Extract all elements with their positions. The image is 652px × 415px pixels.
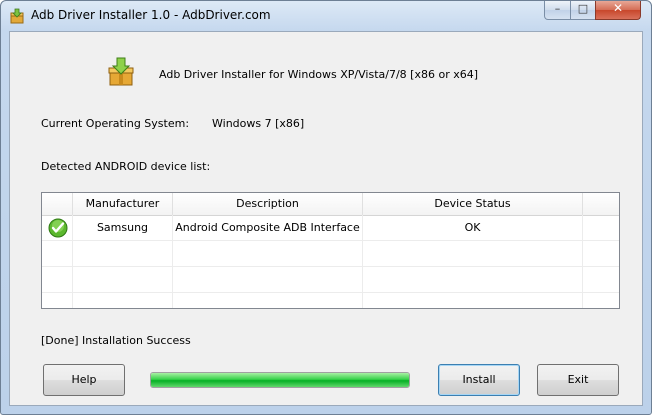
column-header-description[interactable]: Description bbox=[173, 193, 363, 215]
column-header-device-status[interactable]: Device Status bbox=[363, 193, 583, 215]
row-description: Android Composite ADB Interface bbox=[173, 215, 363, 240]
table-row-empty bbox=[42, 293, 619, 308]
minimize-button[interactable]: – bbox=[544, 1, 571, 20]
row-status-cell bbox=[42, 215, 73, 240]
table-row[interactable]: Samsung Android Composite ADB Interface … bbox=[42, 215, 619, 241]
row-device-status: OK bbox=[363, 215, 583, 240]
window-title: Adb Driver Installer 1.0 - AdbDriver.com bbox=[31, 8, 271, 22]
exit-button[interactable]: Exit bbox=[537, 364, 619, 396]
table-row-empty bbox=[42, 267, 619, 293]
package-download-icon bbox=[108, 57, 134, 86]
help-button[interactable]: Help bbox=[43, 364, 125, 396]
column-header-icon[interactable] bbox=[42, 193, 73, 215]
title-bar[interactable]: Adb Driver Installer 1.0 - AdbDriver.com… bbox=[1, 1, 651, 31]
check-icon bbox=[48, 218, 68, 238]
maximize-icon: □ bbox=[577, 2, 589, 15]
table-header: Manufacturer Description Device Status bbox=[42, 193, 619, 216]
installer-window: Adb Driver Installer 1.0 - AdbDriver.com… bbox=[0, 0, 652, 415]
install-progress-bar bbox=[150, 372, 410, 388]
client-area: Adb Driver Installer for Windows XP/Vist… bbox=[9, 31, 643, 406]
app-icon bbox=[10, 8, 24, 24]
close-icon: ✕ bbox=[612, 1, 624, 15]
install-button[interactable]: Install bbox=[438, 364, 520, 396]
minimize-icon: – bbox=[554, 2, 561, 15]
close-button[interactable]: ✕ bbox=[595, 1, 641, 20]
row-manufacturer: Samsung bbox=[73, 215, 173, 240]
progress-fill bbox=[151, 373, 409, 387]
column-header-manufacturer[interactable]: Manufacturer bbox=[73, 193, 173, 215]
device-list-label: Detected ANDROID device list: bbox=[41, 160, 211, 173]
os-label: Current Operating System: bbox=[41, 117, 190, 130]
device-list-table[interactable]: Manufacturer Description Device Status S… bbox=[41, 192, 620, 309]
maximize-button[interactable]: □ bbox=[570, 1, 596, 20]
status-text: [Done] Installation Success bbox=[41, 334, 191, 347]
os-value: Windows 7 [x86] bbox=[212, 117, 305, 130]
header-tagline: Adb Driver Installer for Windows XP/Vist… bbox=[159, 68, 479, 81]
table-row-empty bbox=[42, 241, 619, 267]
